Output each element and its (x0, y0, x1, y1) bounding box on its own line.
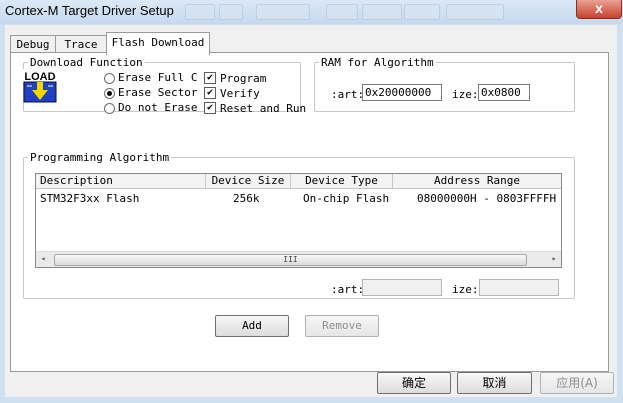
program-label: Program (220, 72, 267, 85)
background-window-ghost (362, 4, 402, 20)
close-button[interactable]: x (576, 0, 622, 19)
reset-and-run-label: Reset and Run (220, 102, 307, 115)
background-window-ghost (446, 4, 504, 20)
programming-algorithm-legend: Programming Algorithm (30, 151, 170, 164)
verify-label: Verify (220, 87, 260, 100)
background-window-ghost (404, 4, 440, 20)
title-bar: Cortex-M Target Driver Setup x (0, 0, 623, 24)
remove-button[interactable]: Remove (305, 315, 379, 337)
algorithm-start-input[interactable] (362, 279, 442, 296)
dialog-client: Debug Trace Flash Download Download Func… (5, 25, 617, 397)
scroll-thumb[interactable]: III (54, 254, 527, 266)
background-window-ghost (256, 4, 310, 20)
cancel-button[interactable]: 取消 (457, 372, 532, 394)
do-not-erase-label: Do not Erase (118, 101, 198, 114)
scroll-left-arrow-icon[interactable]: ◂ (37, 253, 49, 265)
algorithm-list[interactable]: Description Device Size Device Type Addr… (35, 173, 562, 268)
column-header-device-type[interactable]: Device Type (291, 174, 393, 189)
erase-full-chip-radio[interactable] (104, 73, 115, 84)
window-title: Cortex-M Target Driver Setup (5, 3, 174, 18)
background-window-ghost (326, 4, 358, 20)
column-header-device-size[interactable]: Device Size (206, 174, 291, 189)
column-header-description[interactable]: Description (36, 174, 206, 189)
load-icon: LOAD (23, 69, 57, 103)
algorithm-start-label: :art: (331, 283, 365, 296)
load-icon-text: LOAD (24, 71, 55, 83)
horizontal-scrollbar[interactable]: ◂ III ▸ (36, 251, 561, 267)
ram-size-label: ize: (452, 88, 479, 101)
ram-size-input[interactable]: 0x0800 (478, 84, 530, 101)
ram-start-label: :art: (331, 88, 365, 101)
apply-button[interactable]: 应用(A) (540, 372, 614, 394)
tab-debug[interactable]: Debug (10, 35, 56, 53)
background-window-ghost (219, 4, 243, 20)
tab-trace[interactable]: Trace (55, 35, 107, 53)
ram-start-input[interactable]: 0x20000000 (362, 84, 442, 101)
column-header-address-range[interactable]: Address Range (393, 174, 561, 189)
program-checkbox[interactable]: ✔ (204, 72, 216, 84)
algorithm-size-input[interactable] (479, 279, 559, 296)
ram-for-algorithm-legend: RAM for Algorithm (321, 56, 434, 69)
reset-and-run-checkbox[interactable]: ✔ (204, 102, 216, 114)
erase-sector-label: Erase Sector (118, 86, 198, 99)
row-address-range: 08000000H - 0803FFFFH (417, 192, 557, 205)
do-not-erase-radio[interactable] (104, 103, 115, 114)
scroll-right-arrow-icon[interactable]: ▸ (548, 253, 560, 265)
row-device-size: 256k (233, 192, 260, 205)
tab-flash-download[interactable]: Flash Download (106, 32, 210, 55)
dialog-window: Cortex-M Target Driver Setup x Debug Tra… (0, 0, 623, 403)
verify-checkbox[interactable]: ✔ (204, 87, 216, 99)
erase-full-chip-label: Erase Full C (118, 71, 198, 84)
ok-button[interactable]: 确定 (377, 372, 451, 394)
algorithm-size-label: ize: (452, 283, 479, 296)
download-function-legend: Download Function (30, 56, 143, 69)
row-device-type: On-chip Flash (303, 192, 390, 205)
row-description[interactable]: STM32F3xx Flash (40, 192, 139, 205)
add-button[interactable]: Add (215, 315, 289, 337)
ram-for-algorithm-group: RAM for Algorithm (314, 56, 575, 112)
erase-sector-radio[interactable] (104, 88, 115, 99)
flash-download-panel: Download Function LOAD Erase Full C Eras… (10, 52, 609, 372)
background-window-ghost (185, 4, 215, 20)
